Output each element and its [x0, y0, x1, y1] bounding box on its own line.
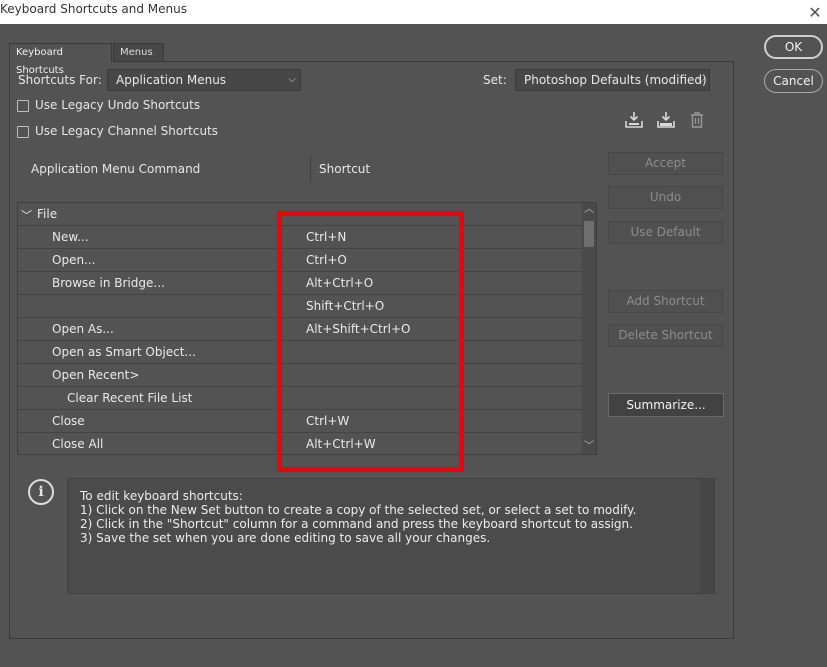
info-line: To edit keyboard shortcuts: — [80, 489, 243, 503]
add-shortcut-button[interactable]: Add Shortcut — [608, 290, 723, 313]
chevron-down-icon[interactable]: ﹀ — [582, 440, 596, 454]
window-title: Keyboard Shortcuts and Menus — [0, 2, 187, 16]
column-header-command[interactable]: Application Menu Command — [31, 162, 200, 176]
command-cell: Open Recent> — [52, 368, 140, 382]
delete-shortcut-button[interactable]: Delete Shortcut — [608, 324, 723, 347]
summarize-button[interactable]: Summarize... — [608, 393, 724, 417]
tab-menus[interactable]: Menus — [113, 43, 164, 62]
cancel-button[interactable]: Cancel — [764, 69, 823, 93]
ok-button[interactable]: OK — [764, 35, 823, 59]
trash-icon[interactable] — [689, 111, 709, 131]
tab-keyboard-shortcuts[interactable]: Keyboard Shortcuts — [9, 43, 112, 76]
legacy-channel-checkbox[interactable] — [17, 126, 29, 138]
column-divider — [310, 156, 311, 182]
title-bar: Keyboard Shortcuts and Menus ✕ — [0, 0, 827, 24]
legacy-undo-label: Use Legacy Undo Shortcuts — [35, 98, 201, 112]
table-scrollbar[interactable]: ︿ ﹀ — [582, 203, 596, 454]
shortcuts-for-label: Shortcuts For: — [18, 73, 102, 87]
command-cell: Open... — [52, 253, 96, 267]
close-icon[interactable]: ✕ — [803, 0, 827, 24]
command-cell: Close — [52, 414, 85, 428]
save-set-as-icon[interactable] — [656, 110, 676, 130]
column-header-shortcut[interactable]: Shortcut — [319, 162, 370, 176]
highlight-annotation — [277, 211, 464, 472]
command-cell: Browse in Bridge... — [52, 276, 165, 290]
legacy-channel-label: Use Legacy Channel Shortcuts — [35, 124, 219, 138]
undo-button[interactable]: Undo — [608, 186, 723, 209]
chevron-down-icon: ⌵ — [697, 74, 705, 85]
set-value: Photoshop Defaults (modified) — [524, 73, 707, 87]
info-line: 3) Save the set when you are done editin… — [80, 531, 491, 545]
chevron-down-icon: ⌵ — [288, 74, 296, 85]
info-panel: To edit keyboard shortcuts: 1) Click on … — [67, 478, 715, 594]
shortcuts-for-value: Application Menus — [116, 73, 227, 87]
info-line: 2) Click in the "Shortcut" column for a … — [80, 517, 633, 531]
scrollbar-thumb[interactable] — [584, 221, 594, 247]
set-label: Set: — [483, 73, 507, 87]
command-cell: Close All — [52, 437, 104, 451]
command-cell: Open as Smart Object... — [52, 345, 196, 359]
legacy-undo-checkbox[interactable] — [17, 100, 29, 112]
accept-button[interactable]: Accept — [608, 152, 723, 175]
command-cell: Open As... — [52, 322, 114, 336]
shortcuts-for-select[interactable]: Application Menus ⌵ — [107, 69, 301, 91]
group-label: File — [37, 207, 58, 221]
set-select[interactable]: Photoshop Defaults (modified) ⌵ — [515, 69, 710, 91]
command-cell: Clear Recent File List — [67, 391, 193, 405]
info-scrollbar[interactable] — [700, 479, 714, 593]
chevron-down-icon[interactable]: ﹀ — [21, 207, 32, 223]
command-cell: New... — [52, 230, 89, 244]
chevron-up-icon[interactable]: ︿ — [582, 203, 596, 217]
info-line: 1) Click on the New Set button to create… — [80, 503, 637, 517]
info-icon: i — [28, 479, 54, 505]
save-set-icon[interactable] — [624, 110, 644, 130]
use-default-button[interactable]: Use Default — [608, 221, 723, 244]
